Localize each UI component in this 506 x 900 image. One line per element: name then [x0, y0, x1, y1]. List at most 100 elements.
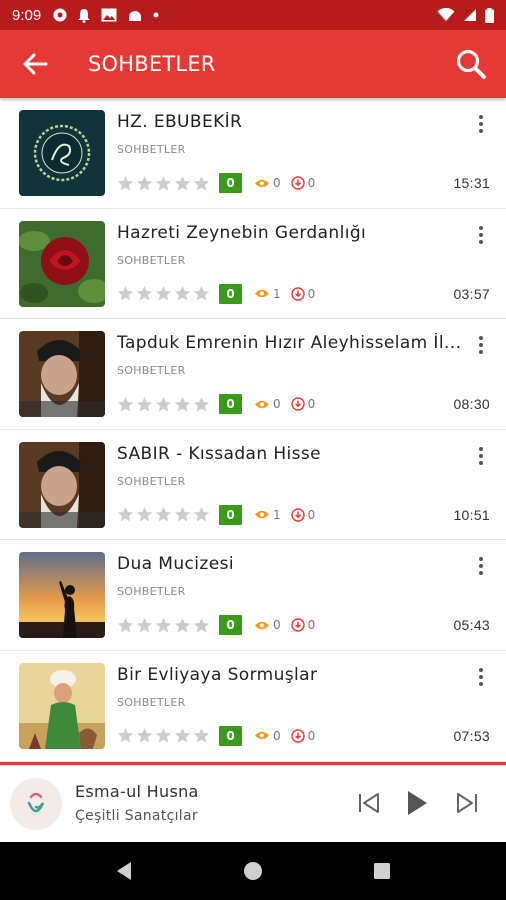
- item-duration: 08:30: [453, 396, 490, 413]
- android-icon: [129, 11, 142, 21]
- views-count: 0: [273, 176, 281, 190]
- rating-stars[interactable]: [117, 396, 210, 413]
- more-options-icon[interactable]: [472, 112, 490, 136]
- thumbnail-image: [19, 331, 105, 418]
- downloads-stat: 0: [290, 618, 316, 633]
- star-icon: [174, 617, 191, 633]
- player-artist: Çeşitli Sanatçılar: [75, 808, 198, 824]
- star-icon: [117, 175, 134, 190]
- circle-home-icon: [243, 862, 262, 880]
- star-icon: [193, 285, 210, 301]
- list-item[interactable]: Bir Evliyaya Sormuşlar SOHBETLER 0 0 0 0…: [0, 651, 506, 762]
- rating-stars[interactable]: [117, 285, 210, 302]
- download-icon: [290, 618, 305, 633]
- star-icon: [193, 728, 210, 743]
- item-meta: 0 0 0: [117, 394, 315, 415]
- previous-button[interactable]: [352, 786, 386, 820]
- views-count: 0: [273, 728, 281, 743]
- notification-bell-icon: [78, 8, 91, 23]
- back-button[interactable]: [0, 30, 70, 98]
- item-meta: 0 0 0: [117, 725, 316, 746]
- rating-badge: 0: [219, 173, 242, 193]
- item-meta: 0 0 0: [117, 615, 316, 636]
- item-title: SABIR - Kıssadan Hisse: [117, 443, 322, 464]
- views-stat: 1: [254, 287, 281, 301]
- item-meta: 0 1 0: [117, 283, 315, 304]
- more-options-icon[interactable]: [472, 554, 490, 578]
- star-icon: [193, 617, 210, 633]
- downloads-count: 0: [307, 618, 316, 633]
- nav-back-button[interactable]: [104, 851, 144, 891]
- item-title: Bir Evliyaya Sormuşlar: [117, 664, 318, 685]
- item-category: SOHBETLER: [117, 474, 186, 488]
- page-title: SOHBETLER: [88, 52, 216, 76]
- download-icon: [290, 176, 305, 190]
- triangle-back-icon: [117, 862, 132, 880]
- list-item[interactable]: SABIR - Kıssadan Hisse SOHBETLER 0 1 0 1…: [0, 430, 506, 541]
- star-icon: [155, 728, 172, 743]
- player-artwork: [10, 778, 62, 830]
- list-item[interactable]: Dua Mucizesi SOHBETLER 0 0 0 05:43: [0, 540, 506, 651]
- more-options-icon[interactable]: [472, 333, 490, 357]
- search-button[interactable]: [436, 30, 506, 98]
- star-icon: [117, 617, 134, 633]
- item-title: HZ. EBUBEKİR: [117, 112, 243, 132]
- item-meta: 0 1 0: [117, 504, 316, 525]
- dot-icon: [153, 12, 159, 18]
- play-button[interactable]: [400, 786, 434, 820]
- downloads-count: 0: [307, 176, 316, 190]
- more-options-icon[interactable]: [472, 665, 490, 689]
- star-icon: [117, 728, 134, 743]
- item-title: Hazreti Zeynebin Gerdanlığı: [117, 222, 367, 243]
- views-count: 1: [273, 507, 281, 522]
- star-icon: [155, 617, 172, 633]
- download-icon: [290, 286, 305, 301]
- search-icon: [456, 49, 486, 79]
- rating-stars[interactable]: [117, 617, 210, 634]
- views-stat: 0: [254, 176, 281, 190]
- app-bar: SOHBETLER: [0, 30, 506, 98]
- star-icon: [174, 396, 191, 412]
- eye-icon: [255, 400, 269, 408]
- star-icon: [136, 175, 153, 190]
- status-time: 9:09: [12, 6, 42, 24]
- downloads-stat: 0: [290, 507, 316, 522]
- list-item[interactable]: Hazreti Zeynebin Gerdanlığı SOHBETLER 0 …: [0, 209, 506, 320]
- list-item[interactable]: Tapduk Emrenin Hızır Aleyhisselam İl... …: [0, 319, 506, 430]
- downloads-count: 0: [307, 728, 316, 743]
- downloads-stat: 0: [290, 728, 316, 743]
- rating-stars[interactable]: [117, 175, 210, 192]
- rating-stars[interactable]: [117, 506, 210, 523]
- views-count: 0: [273, 397, 281, 412]
- star-icon: [193, 396, 210, 412]
- status-system-icons: [437, 7, 494, 23]
- more-options-icon[interactable]: [472, 444, 490, 468]
- downloads-stat: 0: [290, 397, 315, 411]
- star-icon: [174, 175, 191, 190]
- downloads-count: 0: [307, 507, 316, 522]
- item-title: Dua Mucizesi: [117, 554, 234, 575]
- player-track-title: Esma-ul Husna: [75, 782, 199, 801]
- mini-player[interactable]: Esma-ul Husna Çeşitli Sanatçılar: [0, 765, 506, 841]
- item-meta: 0 0 0: [117, 173, 315, 193]
- star-icon: [174, 285, 191, 301]
- nav-recents-button[interactable]: [362, 851, 402, 891]
- thumbnail-image: [19, 441, 105, 528]
- star-icon: [136, 617, 153, 633]
- rating-stars[interactable]: [117, 727, 210, 744]
- views-stat: 1: [254, 508, 281, 522]
- item-title: Tapduk Emrenin Hızır Aleyhisselam İl...: [117, 333, 462, 354]
- image-icon: [101, 8, 117, 22]
- item-category: SOHBETLER: [117, 585, 186, 599]
- eye-icon: [255, 179, 269, 187]
- next-button[interactable]: [450, 786, 484, 820]
- list-item[interactable]: HZ. EBUBEKİR SOHBETLER 0 0 0 15:31: [0, 98, 506, 209]
- battery-icon: [485, 7, 494, 23]
- star-icon: [193, 175, 210, 190]
- item-duration: 03:57: [453, 285, 490, 302]
- star-icon: [155, 175, 172, 190]
- item-category: SOHBETLER: [117, 253, 186, 267]
- nav-home-button[interactable]: [233, 851, 273, 891]
- more-options-icon[interactable]: [472, 223, 490, 247]
- square-recents-icon: [373, 863, 390, 879]
